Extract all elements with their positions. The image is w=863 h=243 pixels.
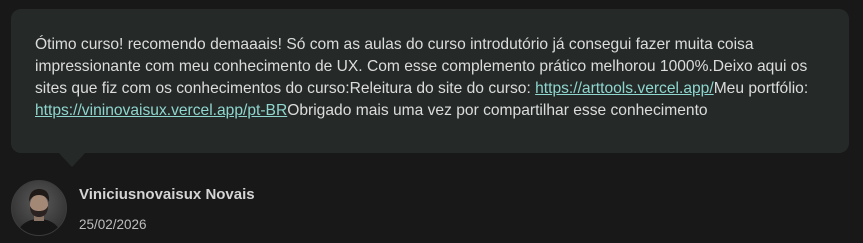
avatar [11, 180, 67, 236]
user-photo-avatar-icon [12, 181, 66, 235]
review-date: 25/02/2026 [79, 217, 147, 232]
author-info: Viniciusnovaisux Novais 25/02/2026 [79, 180, 255, 233]
review-link-portfolio[interactable]: https://vininovaisux.vercel.app/pt-BR [35, 102, 287, 119]
review-author: Viniciusnovaisux Novais 25/02/2026 [11, 180, 255, 236]
review-text-part-3: Obrigado mais uma vez por compartilhar e… [287, 102, 708, 119]
review-bubble: Ótimo curso! recomendo demaaais! Só com … [11, 9, 849, 153]
author-name: Viniciusnovaisux Novais [79, 186, 255, 203]
review-card: Ótimo curso! recomendo demaaais! Só com … [0, 0, 863, 243]
review-text: Ótimo curso! recomendo demaaais! Só com … [35, 34, 829, 122]
review-text-part-2: Meu portfólio: [713, 80, 809, 97]
bubble-tail [58, 152, 86, 167]
review-link-arttools[interactable]: https://arttools.vercel.app/ [535, 80, 714, 97]
